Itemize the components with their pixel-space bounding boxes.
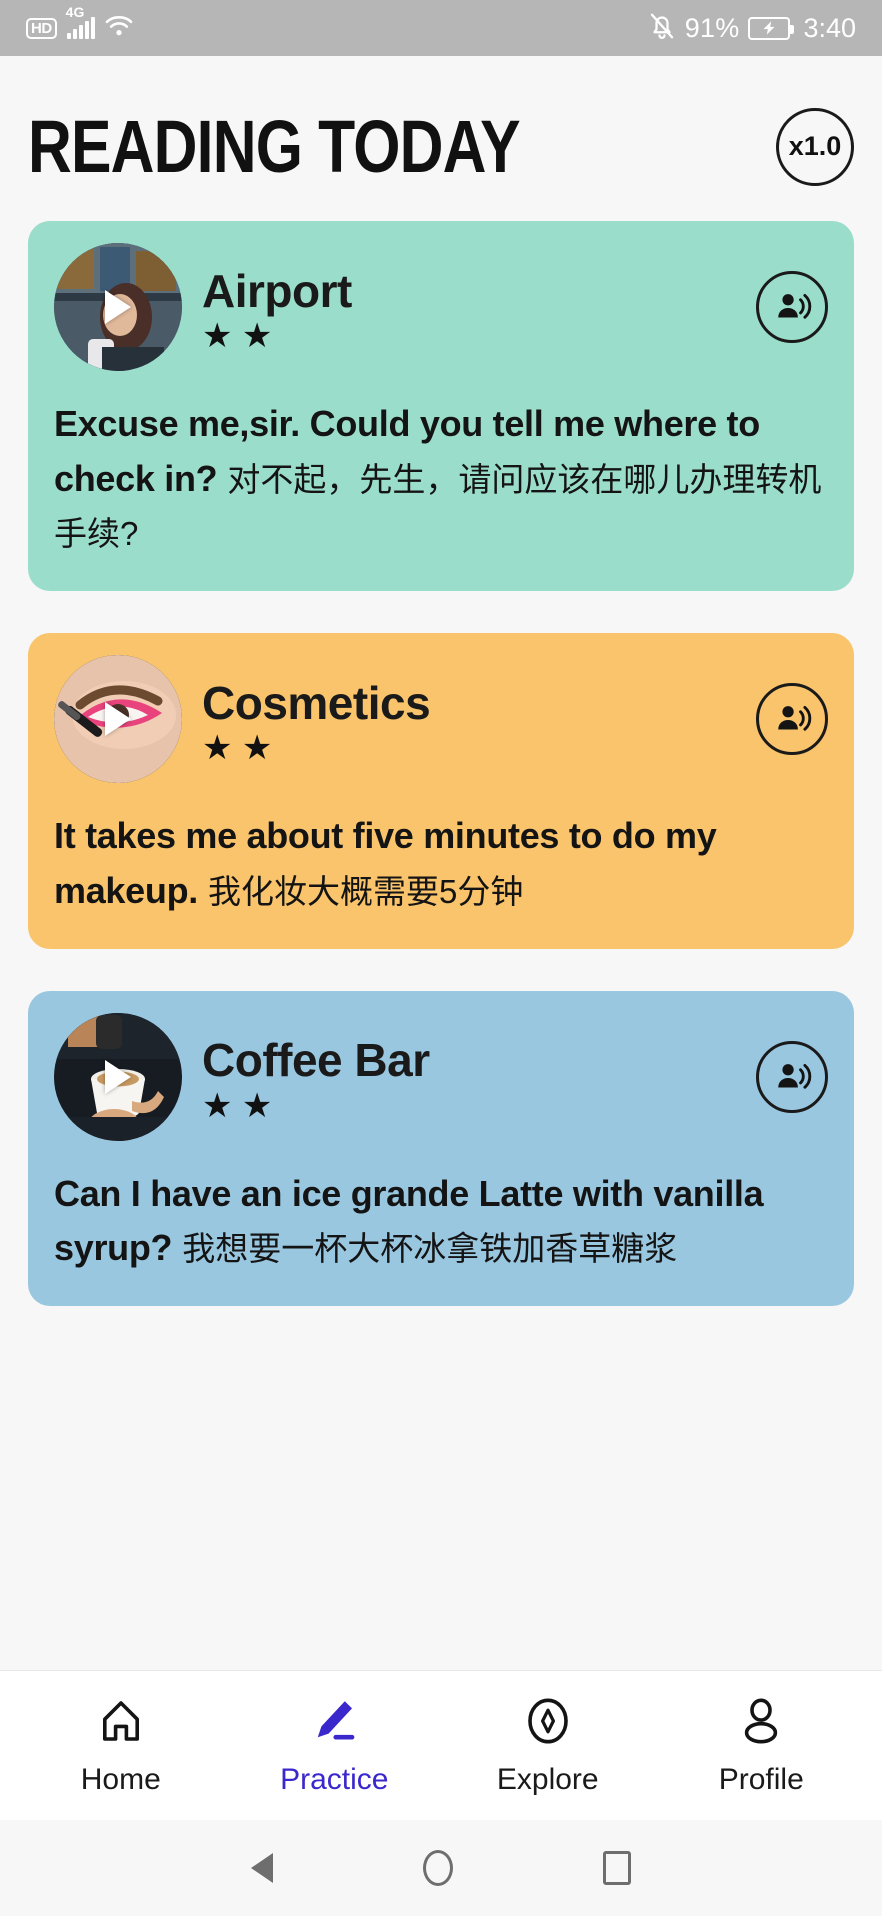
tab-practice[interactable]: Practice bbox=[249, 1694, 419, 1797]
battery-charging-icon bbox=[748, 16, 795, 40]
difficulty-stars: ★ ★ bbox=[202, 1086, 273, 1125]
card-title: Airport bbox=[202, 264, 352, 317]
lesson-card-airport[interactable]: Airport ★ ★ Excuse me,sir. Could you tel… bbox=[28, 221, 854, 592]
bottom-tab-bar: Home Practice Explore Profile bbox=[0, 1670, 882, 1820]
sentence-chinese: 我想要一杯大杯冰拿铁加香草糖浆 bbox=[182, 1230, 678, 1268]
card-title-group: Airport ★ ★ bbox=[202, 261, 736, 356]
eye-makeup-thumbnail[interactable] bbox=[54, 655, 182, 784]
card-header: Airport ★ ★ bbox=[54, 243, 828, 371]
tab-label: Home bbox=[80, 1763, 161, 1796]
card-sentence: Excuse me,sir. Could you tell me where t… bbox=[54, 397, 828, 561]
card-header: Cosmetics ★ ★ bbox=[54, 655, 828, 784]
card-sentence: Can I have an ice grande Latte with vani… bbox=[54, 1167, 828, 1276]
tab-label: Explore bbox=[496, 1763, 599, 1796]
tab-home[interactable]: Home bbox=[36, 1694, 206, 1797]
network-type-label: 4G bbox=[65, 4, 85, 20]
card-title-group: Coffee Bar ★ ★ bbox=[202, 1030, 736, 1125]
play-icon bbox=[105, 1059, 131, 1094]
signal-strength-bars bbox=[66, 17, 95, 39]
page-header: READING TODAY x1.0 bbox=[28, 56, 854, 221]
person-icon bbox=[734, 1694, 788, 1753]
recents-square-icon[interactable] bbox=[603, 1851, 631, 1885]
card-sentence: It takes me about five minutes to do my … bbox=[54, 809, 828, 918]
bell-muted-icon bbox=[648, 11, 676, 46]
signal-bars-icon: 4G bbox=[66, 4, 95, 39]
android-navigation-bar bbox=[0, 1820, 882, 1916]
clock-label: 3:40 bbox=[803, 12, 856, 43]
sentence-chinese: 我化妆大概需要5分钟 bbox=[207, 872, 524, 910]
back-triangle-icon[interactable] bbox=[251, 1853, 273, 1883]
card-title-group: Cosmetics ★ ★ bbox=[202, 673, 736, 768]
compass-icon bbox=[521, 1694, 575, 1753]
person-speaking-icon[interactable] bbox=[756, 683, 828, 756]
battery-percent-label: 91% bbox=[684, 12, 740, 43]
main-content: READING TODAY x1.0 Airport ★ ★ Excuse me… bbox=[0, 56, 882, 1670]
hd-icon: HD bbox=[26, 17, 57, 39]
play-icon bbox=[105, 290, 131, 324]
tab-label: Practice bbox=[280, 1763, 389, 1796]
difficulty-stars: ★ ★ bbox=[202, 317, 273, 356]
status-bar-right: 91% 3:40 bbox=[648, 11, 856, 46]
person-speaking-icon[interactable] bbox=[756, 271, 828, 343]
home-icon bbox=[94, 1694, 148, 1753]
airport-traveler-thumbnail[interactable] bbox=[54, 243, 182, 371]
page-title: READING TODAY bbox=[28, 105, 521, 188]
tab-profile[interactable]: Profile bbox=[676, 1694, 846, 1797]
status-bar-left: HD 4G bbox=[26, 4, 134, 43]
card-title: Cosmetics bbox=[202, 677, 431, 729]
person-speaking-icon[interactable] bbox=[756, 1040, 828, 1113]
play-icon bbox=[105, 702, 131, 737]
lesson-card-cosmetics[interactable]: Cosmetics ★ ★ It takes me about five min… bbox=[28, 633, 854, 949]
playback-speed-button[interactable]: x1.0 bbox=[776, 107, 854, 186]
pencil-icon bbox=[307, 1694, 361, 1753]
difficulty-stars: ★ ★ bbox=[202, 729, 273, 768]
tab-explore[interactable]: Explore bbox=[463, 1694, 633, 1797]
home-circle-icon[interactable] bbox=[423, 1850, 453, 1886]
lesson-card-coffee-bar[interactable]: Coffee Bar ★ ★ Can I have an ice grande … bbox=[28, 990, 854, 1307]
wifi-icon bbox=[104, 14, 134, 43]
phone-screen: HD 4G 91% 3:40 READING TODAY x1.0 Airpor… bbox=[0, 0, 882, 1916]
latte-pour-thumbnail[interactable] bbox=[54, 1012, 182, 1141]
status-bar: HD 4G 91% 3:40 bbox=[0, 0, 882, 56]
card-header: Coffee Bar ★ ★ bbox=[54, 1012, 828, 1141]
card-title: Coffee Bar bbox=[202, 1034, 430, 1087]
tab-label: Profile bbox=[718, 1763, 804, 1796]
